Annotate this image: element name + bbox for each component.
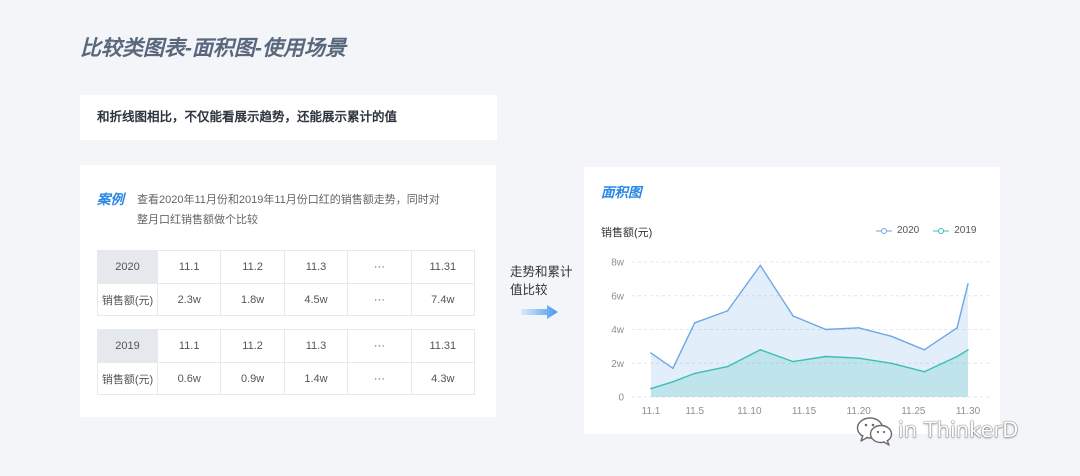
data-point-2019-11.20 — [857, 357, 860, 359]
table-year-cell: 2019 — [98, 330, 158, 363]
case-description-line: 查看2020年11月份和2019年11月份口红的销售额走势，同时对 — [137, 194, 440, 206]
table-value-cell: 2.3w — [158, 284, 222, 316]
chart-title: 面积图 — [601, 185, 642, 200]
transition-line: 走势和累计 — [510, 265, 573, 279]
sales-table-2020: 2020 11.1 11.2 11.3 ··· 11.31 销售额(元) 2.3… — [97, 250, 475, 316]
legend-label: 2020 — [897, 225, 920, 236]
chart-legend: 2020 2019 — [876, 224, 977, 238]
table-date-cell: 11.31 — [411, 251, 475, 284]
table-date-cell: 11.1 — [158, 251, 222, 284]
data-point-2020-11.30 — [967, 283, 969, 285]
summary-text: 和折线图相比，不仅能看展示趋势，还能展示累计的值 — [97, 110, 398, 124]
data-point-2020-11.29 — [956, 327, 958, 329]
sales-table-2019: 2019 11.1 11.2 11.3 ··· 11.31 销售额(元) 0.6… — [97, 329, 475, 395]
wechat-icon — [856, 417, 893, 446]
data-point-2019-11.5 — [693, 372, 696, 375]
table-value-cell: ··· — [348, 284, 412, 316]
data-point-2020-11.26 — [923, 349, 926, 351]
data-point-2019-11.26 — [923, 370, 926, 373]
table-date-cell: 11.2 — [221, 251, 285, 284]
data-point-2020-11.11 — [759, 264, 762, 267]
data-point-2019-11.3 — [672, 381, 674, 383]
x-tick-label: 11.10 — [737, 406, 762, 417]
table-date-cell: ··· — [348, 330, 412, 363]
table-date-cell: 11.2 — [221, 330, 285, 363]
table-date-cell: 11.31 — [411, 330, 475, 363]
legend-marker-icon — [933, 228, 950, 234]
y-tick-label: 8w — [611, 258, 625, 269]
table-value-cell: ··· — [348, 363, 412, 395]
data-point-2019-11.1 — [650, 387, 652, 390]
table-date-cell: 11.3 — [284, 330, 349, 363]
data-point-2020-11.1 — [650, 352, 652, 354]
summary-box: 和折线图相比，不仅能看展示趋势，还能展示累计的值 — [80, 95, 497, 140]
case-description-line: 整月口红销售额做个比较 — [137, 214, 258, 226]
x-tick-label: 11.1 — [642, 406, 661, 417]
x-tick-label: 11.30 — [956, 406, 981, 417]
y-axis-label: 销售额(元) — [601, 227, 653, 239]
data-point-2019-11.8 — [726, 365, 729, 368]
data-point-2019-11.14 — [792, 360, 794, 363]
legend-item-2020: 2020 — [876, 224, 919, 238]
y-tick-label: 2w — [611, 359, 625, 370]
legend-marker-icon — [876, 228, 892, 234]
table-value-cell: 4.5w — [284, 284, 349, 316]
x-tick-label: 11.25 — [901, 406, 926, 417]
chart-card: 0 2w 4w 6w 8w 11.1 11.5 11.10 11.15 11.20 11.25 11.… — [584, 167, 1000, 434]
table-value-cell: 4.3w — [411, 363, 475, 395]
data-point-2020-11.20 — [857, 327, 860, 329]
data-point-2019-11.30 — [967, 349, 969, 351]
table-value-cell: 0.6w — [158, 363, 222, 395]
watermark-text: in ThinkerD — [898, 418, 1019, 442]
table-date-cell: ··· — [348, 251, 412, 284]
x-tick-label: 11.15 — [792, 406, 817, 417]
case-label: 案例 — [97, 192, 124, 207]
page-title: 比较类图表-面积图-使用场景 — [80, 37, 346, 60]
y-tick-label: 0 — [618, 393, 624, 404]
area-chart: 02w4w6w8w11.1 11.5 11.10 11.15 11.20 11.25 11.… — [611, 258, 990, 417]
data-point-2019-11.29 — [956, 355, 958, 358]
transition-text: 走势和累计 值比较 — [510, 263, 573, 299]
table-value-cell: 0.9w — [221, 363, 285, 395]
data-point-2020-11.8 — [726, 310, 729, 312]
data-point-2019-11.17 — [825, 355, 827, 358]
table-date-cell: 11.3 — [284, 251, 349, 284]
data-point-2019-11.23 — [890, 362, 893, 365]
table-row-label: 销售额(元) — [98, 284, 158, 316]
right-arrow-icon — [521, 305, 558, 319]
data-point-2020-11.23 — [890, 335, 893, 338]
data-point-2020-11.14 — [792, 315, 794, 317]
table-value-cell: 1.8w — [221, 284, 285, 316]
table-value-cell: 7.4w — [411, 284, 475, 316]
data-point-2020-11.3 — [672, 367, 674, 370]
table-row-label: 销售额(元) — [98, 363, 158, 395]
slide: 比较类图表-面积图-使用场景 和折线图相比，不仅能看展示趋势，还能展示累计的值 … — [0, 0, 1080, 476]
transition-line: 值比较 — [510, 283, 548, 297]
legend-item-2019: 2019 — [933, 224, 977, 238]
table-date-cell: 11.1 — [158, 330, 222, 363]
data-point-2020-11.17 — [825, 328, 827, 331]
y-tick-label: 6w — [611, 291, 625, 302]
table-year-cell: 2020 — [98, 251, 158, 284]
data-point-2019-11.11 — [759, 349, 762, 351]
data-point-2020-11.5 — [693, 322, 696, 324]
case-description: 查看2020年11月份和2019年11月份口红的销售额走势，同时对 整月口红销售… — [137, 190, 440, 230]
y-tick-label: 4w — [611, 325, 625, 336]
x-tick-label: 11.5 — [685, 406, 704, 417]
legend-label: 2019 — [954, 225, 977, 236]
table-value-cell: 1.4w — [284, 363, 349, 395]
